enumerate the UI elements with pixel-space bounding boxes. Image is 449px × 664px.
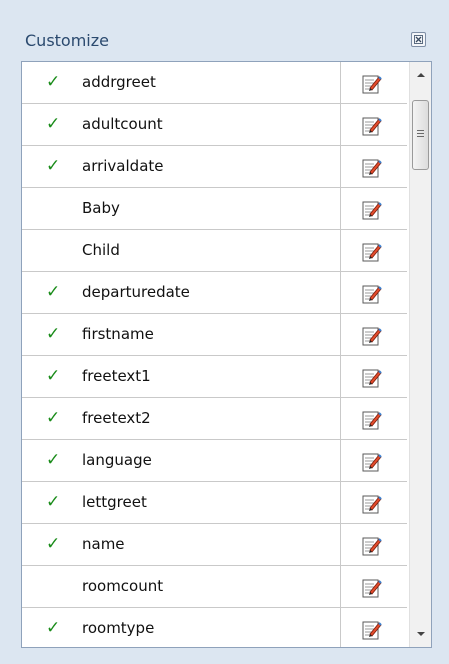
scroll-down-arrow-icon[interactable] (416, 629, 426, 639)
column-divider (340, 62, 341, 103)
edit-icon[interactable] (361, 451, 383, 473)
check-icon[interactable]: ✓ (46, 114, 60, 134)
field-name: firstname (82, 325, 154, 343)
scrollbar-thumb[interactable] (412, 100, 429, 170)
field-row-arrivaldate[interactable]: ✓ arrivaldate (22, 146, 407, 188)
field-row-lettgreet[interactable]: ✓ lettgreet (22, 482, 407, 524)
column-divider (340, 608, 341, 647)
field-name: freetext1 (82, 367, 151, 385)
edit-icon[interactable] (361, 241, 383, 263)
edit-icon[interactable] (361, 409, 383, 431)
field-name: Child (82, 241, 120, 259)
check-icon[interactable]: ✓ (46, 492, 60, 512)
field-name: freetext2 (82, 409, 151, 427)
field-row-firstname[interactable]: ✓ firstname (22, 314, 407, 356)
panel-title: Customize (25, 31, 109, 50)
field-row-baby[interactable]: Baby (22, 188, 407, 230)
field-row-freetext1[interactable]: ✓ freetext1 (22, 356, 407, 398)
field-name: adultcount (82, 115, 163, 133)
column-divider (340, 398, 341, 439)
field-row-child[interactable]: Child (22, 230, 407, 272)
edit-icon[interactable] (361, 199, 383, 221)
customize-panel: Customize ✓ addrgreet ✓ adultcount ✓ arr… (0, 0, 449, 664)
check-icon[interactable]: ✓ (46, 282, 60, 302)
edit-icon[interactable] (361, 535, 383, 557)
field-name: roomcount (82, 577, 164, 595)
scroll-up-arrow-icon[interactable] (416, 70, 426, 80)
column-divider (340, 440, 341, 481)
check-icon[interactable]: ✓ (46, 408, 60, 428)
column-divider (340, 524, 341, 565)
field-name: name (82, 535, 125, 553)
field-name: Baby (82, 199, 120, 217)
field-name: departuredate (82, 283, 190, 301)
field-rows: ✓ addrgreet ✓ adultcount ✓ arrivaldate B… (22, 62, 407, 647)
edit-icon[interactable] (361, 115, 383, 137)
check-icon[interactable]: ✓ (46, 450, 60, 470)
edit-icon[interactable] (361, 73, 383, 95)
edit-icon[interactable] (361, 367, 383, 389)
field-name: roomtype (82, 619, 155, 637)
field-row-freetext2[interactable]: ✓ freetext2 (22, 398, 407, 440)
field-name: language (82, 451, 152, 469)
field-row-language[interactable]: ✓ language (22, 440, 407, 482)
field-name: lettgreet (82, 493, 147, 511)
close-button[interactable] (411, 32, 426, 47)
edit-icon[interactable] (361, 577, 383, 599)
column-divider (340, 566, 341, 607)
check-icon[interactable]: ✓ (46, 534, 60, 554)
column-divider (340, 146, 341, 187)
edit-icon[interactable] (361, 325, 383, 347)
check-icon[interactable]: ✓ (46, 618, 60, 638)
column-divider (340, 272, 341, 313)
field-row-name[interactable]: ✓ name (22, 524, 407, 566)
column-divider (340, 482, 341, 523)
field-list: ✓ addrgreet ✓ adultcount ✓ arrivaldate B… (21, 61, 432, 648)
edit-icon[interactable] (361, 493, 383, 515)
field-row-roomcount[interactable]: roomcount (22, 566, 407, 608)
edit-icon[interactable] (361, 619, 383, 641)
check-icon[interactable]: ✓ (46, 72, 60, 92)
check-icon[interactable]: ✓ (46, 156, 60, 176)
column-divider (340, 230, 341, 271)
edit-icon[interactable] (361, 283, 383, 305)
close-icon (414, 35, 423, 44)
check-icon[interactable]: ✓ (46, 324, 60, 344)
vertical-scrollbar[interactable] (409, 62, 431, 647)
field-row-adultcount[interactable]: ✓ adultcount (22, 104, 407, 146)
field-row-addrgreet[interactable]: ✓ addrgreet (22, 62, 407, 104)
column-divider (340, 104, 341, 145)
column-divider (340, 188, 341, 229)
edit-icon[interactable] (361, 157, 383, 179)
field-name: arrivaldate (82, 157, 164, 175)
check-icon[interactable]: ✓ (46, 366, 60, 386)
field-row-roomtype[interactable]: ✓ roomtype (22, 608, 407, 647)
column-divider (340, 314, 341, 355)
field-name: addrgreet (82, 73, 156, 91)
field-row-departuredate[interactable]: ✓ departuredate (22, 272, 407, 314)
column-divider (340, 356, 341, 397)
